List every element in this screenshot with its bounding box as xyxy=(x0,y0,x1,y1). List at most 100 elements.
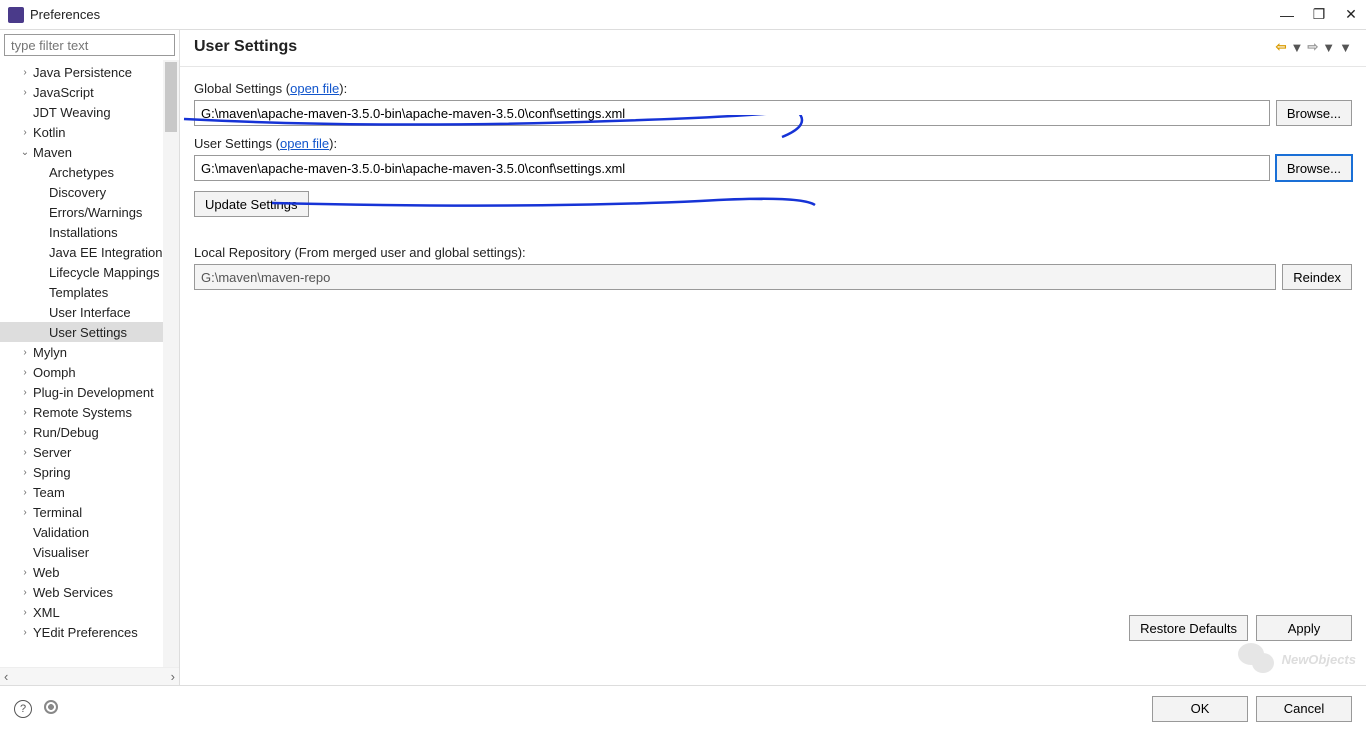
local-repo-label: Local Repository (From merged user and g… xyxy=(194,245,1352,260)
import-export-icon[interactable] xyxy=(44,700,58,714)
chevron-right-icon[interactable]: › xyxy=(18,407,32,418)
maximize-button[interactable]: ❐ xyxy=(1312,8,1326,22)
tree-item-java-persistence[interactable]: ›Java Persistence xyxy=(0,62,179,82)
user-browse-button[interactable]: Browse... xyxy=(1276,155,1352,181)
content-header: User Settings ⇦ ▼ ⇨ ▼ ▼ xyxy=(180,30,1366,67)
apply-button[interactable]: Apply xyxy=(1256,615,1352,641)
chevron-right-icon[interactable]: › xyxy=(18,367,32,378)
tree-label: Discovery xyxy=(48,185,106,200)
tree-item-remote-systems[interactable]: ›Remote Systems xyxy=(0,402,179,422)
chevron-right-icon[interactable]: › xyxy=(18,487,32,498)
restore-defaults-button[interactable]: Restore Defaults xyxy=(1129,615,1248,641)
dialog-footer: ? OK Cancel xyxy=(0,685,1366,731)
preferences-tree[interactable]: ›Java Persistence›JavaScriptJDT Weaving›… xyxy=(0,60,179,667)
tree-item-plug-in-development[interactable]: ›Plug-in Development xyxy=(0,382,179,402)
local-repo-input xyxy=(194,264,1276,290)
tree-item-java-ee-integration[interactable]: Java EE Integration xyxy=(0,242,179,262)
chevron-right-icon[interactable]: › xyxy=(18,447,32,458)
tree-label: Errors/Warnings xyxy=(48,205,142,220)
tree-item-xml[interactable]: ›XML xyxy=(0,602,179,622)
tree-item-mylyn[interactable]: ›Mylyn xyxy=(0,342,179,362)
chevron-down-icon[interactable]: ⌄ xyxy=(18,147,32,158)
chevron-right-icon[interactable]: › xyxy=(18,587,32,598)
back-dropdown-icon[interactable]: ▼ xyxy=(1290,40,1303,55)
chevron-right-icon[interactable]: › xyxy=(18,127,32,138)
tree-item-oomph[interactable]: ›Oomph xyxy=(0,362,179,382)
tree-item-maven[interactable]: ⌄Maven xyxy=(0,142,179,162)
titlebar: Preferences ― ❐ ✕ xyxy=(0,0,1366,30)
tree-label: User Settings xyxy=(48,325,127,340)
tree-label: Server xyxy=(32,445,71,460)
tree-item-user-settings[interactable]: User Settings xyxy=(0,322,179,342)
ok-button[interactable]: OK xyxy=(1152,696,1248,722)
tree-item-jdt-weaving[interactable]: JDT Weaving xyxy=(0,102,179,122)
tree-label: Validation xyxy=(32,525,89,540)
chevron-right-icon[interactable]: › xyxy=(18,567,32,578)
tree-hscroll[interactable]: ‹› xyxy=(0,667,179,685)
page-title: User Settings xyxy=(194,38,1276,56)
chevron-right-icon[interactable]: › xyxy=(18,427,32,438)
tree-item-user-interface[interactable]: User Interface xyxy=(0,302,179,322)
tree-item-team[interactable]: ›Team xyxy=(0,482,179,502)
menu-dropdown-icon[interactable]: ▼ xyxy=(1339,40,1352,55)
tree-item-javascript[interactable]: ›JavaScript xyxy=(0,82,179,102)
tree-item-terminal[interactable]: ›Terminal xyxy=(0,502,179,522)
tree-label: Run/Debug xyxy=(32,425,99,440)
chevron-right-icon[interactable]: › xyxy=(18,467,32,478)
tree-item-visualiser[interactable]: Visualiser xyxy=(0,542,179,562)
tree-item-discovery[interactable]: Discovery xyxy=(0,182,179,202)
tree-label: Oomph xyxy=(32,365,76,380)
chevron-right-icon[interactable]: › xyxy=(18,67,32,78)
reindex-button[interactable]: Reindex xyxy=(1282,264,1352,290)
tree-label: Visualiser xyxy=(32,545,89,560)
filter-container xyxy=(4,34,175,56)
tree-item-validation[interactable]: Validation xyxy=(0,522,179,542)
tree-label: Kotlin xyxy=(32,125,66,140)
chevron-right-icon[interactable]: › xyxy=(18,607,32,618)
tree-label: Mylyn xyxy=(32,345,67,360)
nav-history: ⇦ ▼ ⇨ ▼ ▼ xyxy=(1276,39,1352,55)
help-icon[interactable]: ? xyxy=(14,700,32,718)
tree-label: Templates xyxy=(48,285,108,300)
close-button[interactable]: ✕ xyxy=(1344,8,1358,22)
tree-label: Web Services xyxy=(32,585,113,600)
tree-item-web-services[interactable]: ›Web Services xyxy=(0,582,179,602)
cancel-button[interactable]: Cancel xyxy=(1256,696,1352,722)
tree-item-installations[interactable]: Installations xyxy=(0,222,179,242)
tree-item-web[interactable]: ›Web xyxy=(0,562,179,582)
global-browse-button[interactable]: Browse... xyxy=(1276,100,1352,126)
tree-item-run-debug[interactable]: ›Run/Debug xyxy=(0,422,179,442)
tree-item-archetypes[interactable]: Archetypes xyxy=(0,162,179,182)
minimize-button[interactable]: ― xyxy=(1280,8,1294,22)
tree-label: Terminal xyxy=(32,505,82,520)
tree-item-kotlin[interactable]: ›Kotlin xyxy=(0,122,179,142)
tree-label: Lifecycle Mappings xyxy=(48,265,160,280)
back-icon[interactable]: ⇦ xyxy=(1276,39,1287,55)
tree-item-yedit-preferences[interactable]: ›YEdit Preferences xyxy=(0,622,179,642)
chevron-right-icon[interactable]: › xyxy=(18,347,32,358)
chevron-right-icon[interactable]: › xyxy=(18,87,32,98)
tree-item-lifecycle-mappings[interactable]: Lifecycle Mappings xyxy=(0,262,179,282)
tree-label: XML xyxy=(32,605,60,620)
chevron-right-icon[interactable]: › xyxy=(18,627,32,638)
content-pane: User Settings ⇦ ▼ ⇨ ▼ ▼ Global Settings … xyxy=(180,30,1366,685)
tree-scrollbar[interactable] xyxy=(163,60,179,667)
tree-label: Team xyxy=(32,485,65,500)
user-open-file-link[interactable]: open file xyxy=(280,136,329,151)
user-settings-input[interactable] xyxy=(194,155,1270,181)
forward-icon[interactable]: ⇨ xyxy=(1307,39,1318,55)
global-open-file-link[interactable]: open file xyxy=(290,81,339,96)
tree-item-templates[interactable]: Templates xyxy=(0,282,179,302)
chevron-right-icon[interactable]: › xyxy=(18,387,32,398)
forward-dropdown-icon[interactable]: ▼ xyxy=(1322,40,1335,55)
tree-item-spring[interactable]: ›Spring xyxy=(0,462,179,482)
filter-input[interactable] xyxy=(4,34,175,56)
tree-item-server[interactable]: ›Server xyxy=(0,442,179,462)
tree-label: Archetypes xyxy=(48,165,114,180)
chevron-right-icon[interactable]: › xyxy=(18,507,32,518)
update-settings-button[interactable]: Update Settings xyxy=(194,191,309,217)
tree-item-errors-warnings[interactable]: Errors/Warnings xyxy=(0,202,179,222)
global-settings-input[interactable] xyxy=(194,100,1270,126)
tree-label: JavaScript xyxy=(32,85,94,100)
global-settings-label: Global Settings (open file): xyxy=(194,81,1352,96)
